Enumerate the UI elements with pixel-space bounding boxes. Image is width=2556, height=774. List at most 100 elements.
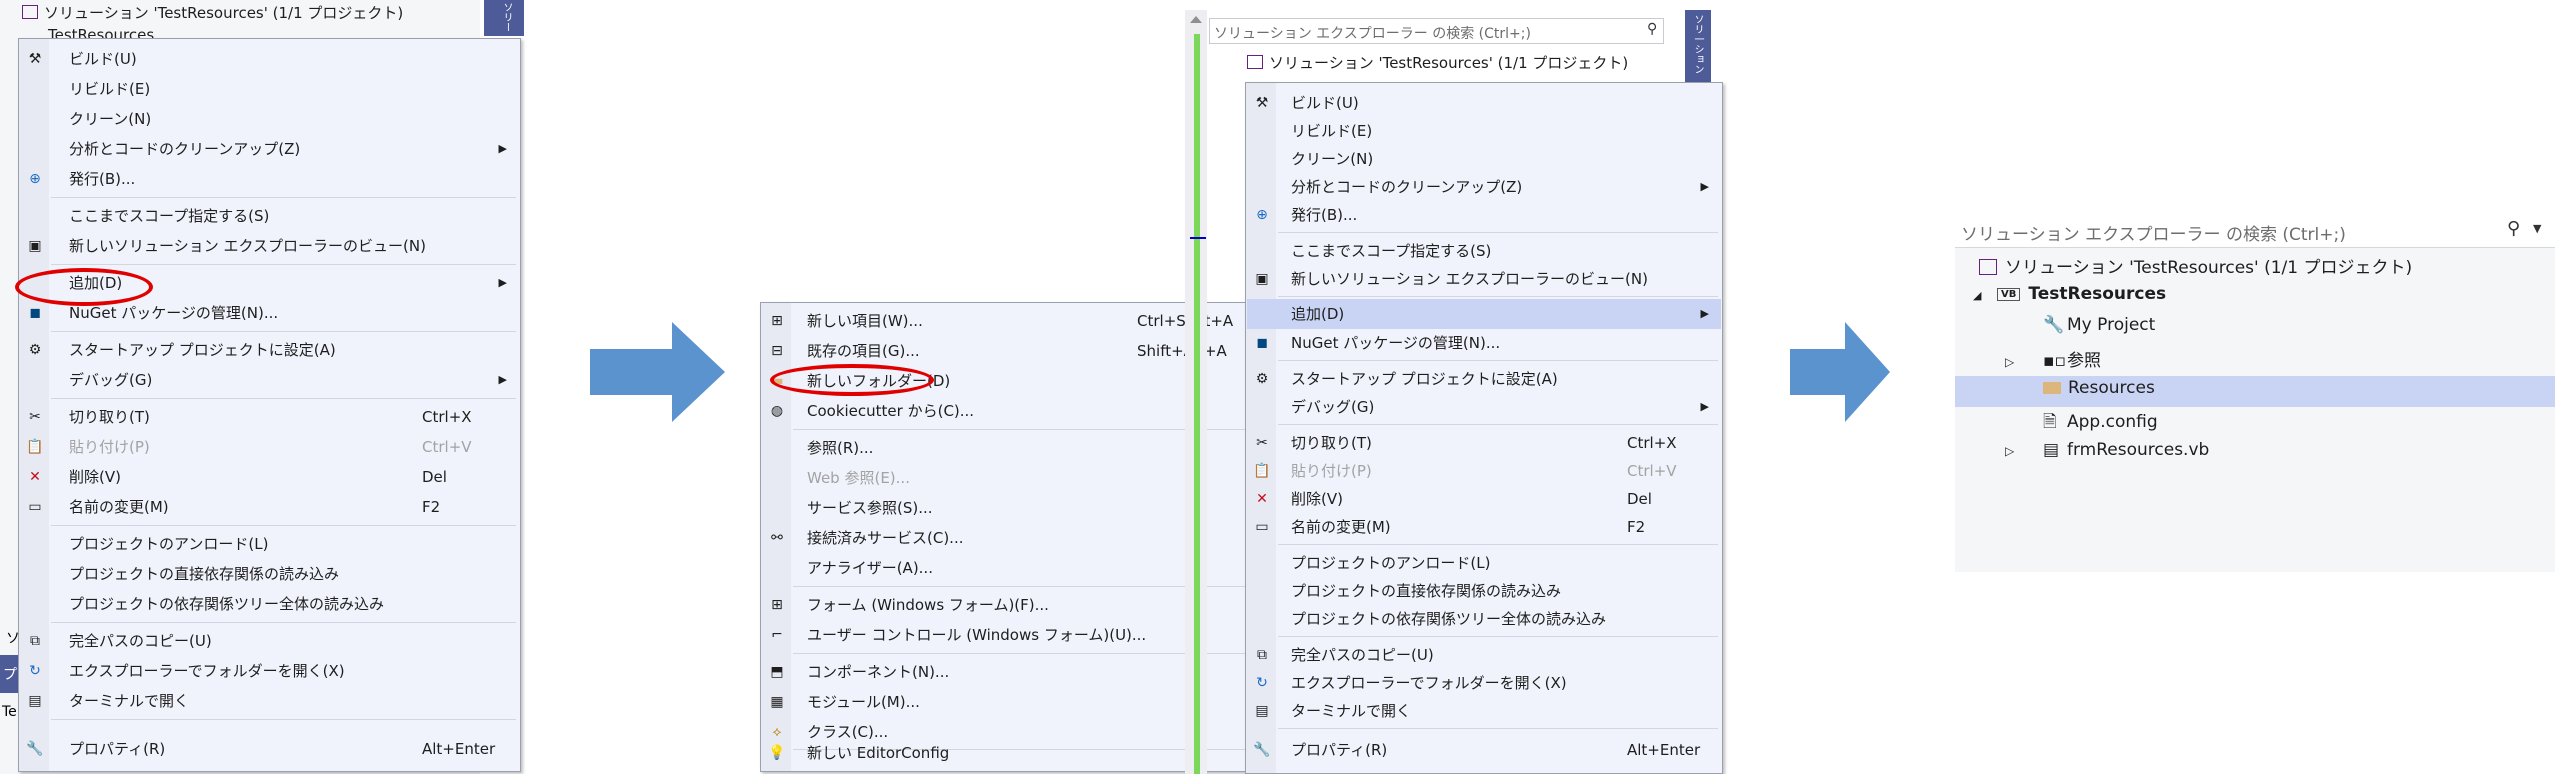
references-icon: ▪▫ xyxy=(2043,351,2067,371)
menu-paste[interactable]: 📋 貼り付け(P) Ctrl+V xyxy=(20,432,519,462)
submenu-service-reference[interactable]: サービス参照(S)... xyxy=(762,493,1248,523)
submenu-arrow-icon: ▶ xyxy=(498,373,507,386)
submenu-module[interactable]: ▦ モジュール(M)... xyxy=(762,687,1248,717)
menu-unload[interactable]: プロジェクトのアンロード(L) xyxy=(1247,548,1721,578)
solution-node[interactable]: ソリューション 'TestResources' (1/1 プロジェクト) xyxy=(1979,253,2412,278)
flow-arrow-2 xyxy=(1790,322,1890,422)
menu-clean[interactable]: クリーン(N) xyxy=(1247,144,1721,174)
menu-new-view[interactable]: ▣ 新しいソリューション エクスプローラーのビュー(N) xyxy=(1247,264,1721,294)
menu-cut[interactable]: ✂ 切り取り(T) Ctrl+X xyxy=(1247,428,1721,458)
resources-label: Resources xyxy=(2068,378,2155,398)
search-dropdown-icon[interactable]: ▼ xyxy=(2533,222,2541,235)
menu-startup[interactable]: ⚙ スタートアップ プロジェクトに設定(A) xyxy=(20,335,519,365)
scissors-icon: ✂ xyxy=(29,409,41,425)
submenu-reference[interactable]: 参照(R)... xyxy=(762,433,1248,463)
separator xyxy=(51,398,516,399)
search-input[interactable]: ソリューション エクスプローラー の検索 (Ctrl+;) xyxy=(1214,23,1531,43)
project-node[interactable]: ◢ VB TestResources xyxy=(1973,284,2166,304)
submenu-new-item[interactable]: ⊞新しい項目(W)...Ctrl+Shift+A xyxy=(762,306,1248,336)
menu-rename[interactable]: ▭ 名前の変更(M) F2 xyxy=(1247,512,1721,542)
menu-load-direct[interactable]: プロジェクトの直接依存関係の読み込み xyxy=(1247,576,1721,606)
submenu-arrow-icon: ▶ xyxy=(1700,180,1709,193)
menu-debug[interactable]: デバッグ(G) ▶ xyxy=(1247,392,1721,422)
menu-cut[interactable]: ✂ 切り取り(T) Ctrl+X xyxy=(20,402,519,432)
side-tab-label: ソリー xyxy=(501,2,512,32)
menu-open-folder[interactable]: ↻ エクスプローラーでフォルダーを開く(X) xyxy=(20,656,519,686)
panel-4-solution-explorer: ソリューション エクスプローラー の検索 (Ctrl+;) ⚲ ▼ ソリューショ… xyxy=(1955,212,2555,572)
menu-analyze[interactable]: 分析とコードのクリーンアップ(Z) ▶ xyxy=(1247,172,1721,202)
menu-open-folder[interactable]: ↻ エクスプローラーでフォルダーを開く(X) xyxy=(1247,668,1721,698)
search-icon[interactable]: ⚲ xyxy=(2507,218,2520,239)
menu-debug[interactable]: デバッグ(G) ▶ xyxy=(20,365,519,395)
rename-icon: ▭ xyxy=(28,499,42,515)
submenu-arrow-icon: ▶ xyxy=(1700,400,1709,413)
menu-properties[interactable]: 🔧 プロパティ(R) Alt+Enter xyxy=(20,734,519,764)
submenu-user-control[interactable]: ⌐ ユーザー コントロール (Windows フォーム)(U)... xyxy=(762,620,1248,650)
menu-startup[interactable]: ⚙ スタートアップ プロジェクトに設定(A) xyxy=(1247,364,1721,394)
search-input[interactable]: ソリューション エクスプローラー の検索 (Ctrl+;) xyxy=(1961,220,2346,245)
references-node[interactable]: ▷ ▪▫参照 xyxy=(2005,346,2101,371)
collapse-arrow-icon[interactable]: ◢ xyxy=(1973,289,1997,302)
new-view-icon: ▣ xyxy=(28,238,42,254)
expand-arrow-icon[interactable]: ▷ xyxy=(2005,355,2043,369)
separator xyxy=(1278,636,1718,637)
submenu-cookiecutter[interactable]: ◍ Cookiecutter から(C)... xyxy=(762,396,1248,426)
new-item-icon: ⊞ xyxy=(771,313,783,329)
submenu-arrow-icon: ▶ xyxy=(498,142,507,155)
project-context-menu: ⚒ ビルド(U) リビルド(E) クリーン(N) 分析とコードのクリーンアップ(Z… xyxy=(18,38,521,772)
menu-new-view[interactable]: ▣ 新しいソリューション エクスプローラーのビュー(N) xyxy=(20,231,519,261)
solution-node[interactable]: ソリューション 'TestResources' (1/1 プロジェクト) xyxy=(22,2,403,23)
my-project-node[interactable]: 🔧 My Project xyxy=(2043,315,2155,335)
form-file-node[interactable]: ▷ ▤ frmResources.vb xyxy=(2005,440,2209,460)
solution-title: ソリューション 'TestResources' (1/1 プロジェクト) xyxy=(1269,54,1629,72)
menu-rebuild[interactable]: リビルド(E) xyxy=(20,74,519,104)
menu-copy-path[interactable]: ⧉ 完全パスのコピー(U) xyxy=(20,626,519,656)
menu-publish[interactable]: ⊕ 発行(B)... xyxy=(20,164,519,194)
menu-properties[interactable]: 🔧 プロパティ(R) Alt+Enter xyxy=(1247,735,1721,765)
expand-arrow-icon[interactable]: ▷ xyxy=(2005,444,2043,458)
solution-title: ソリューション 'TestResources' (1/1 プロジェクト) xyxy=(44,4,404,22)
separator xyxy=(51,331,516,332)
submenu-analyzer[interactable]: アナライザー(A)... xyxy=(762,553,1248,583)
solution-node[interactable]: ソリューション 'TestResources' (1/1 プロジェクト) xyxy=(1247,52,1628,73)
submenu-component[interactable]: ⬒ コンポーネント(N)... xyxy=(762,657,1248,687)
separator xyxy=(793,429,1245,430)
menu-load-direct[interactable]: プロジェクトの直接依存関係の読み込み xyxy=(20,559,519,589)
search-icon[interactable]: ⚲ xyxy=(1647,21,1657,37)
menu-scope[interactable]: ここまでスコープ指定する(S) xyxy=(20,201,519,231)
menu-terminal[interactable]: ▤ ターミナルで開く xyxy=(20,686,519,716)
submenu-editorconfig[interactable]: 💡 新しい EditorConfig xyxy=(762,738,1248,768)
submenu-form[interactable]: ⊞ フォーム (Windows フォーム)(F)... xyxy=(762,590,1248,620)
menu-rename[interactable]: ▭ 名前の変更(M) F2 xyxy=(20,492,519,522)
menu-unload[interactable]: プロジェクトのアンロード(L) xyxy=(20,529,519,559)
copy-icon: ⧉ xyxy=(1257,647,1267,663)
gear-icon: ⚙ xyxy=(28,342,42,358)
menu-nuget[interactable]: ◼ NuGet パッケージの管理(N)... xyxy=(1247,328,1721,358)
menu-rebuild[interactable]: リビルド(E) xyxy=(1247,116,1721,146)
menu-terminal[interactable]: ▤ ターミナルで開く xyxy=(1247,696,1721,726)
menu-delete[interactable]: ✕ 削除(V) Del xyxy=(20,462,519,492)
submenu-existing-item[interactable]: ⊟ 既存の項目(G)... Shift+Alt+A xyxy=(762,336,1248,366)
menu-scope[interactable]: ここまでスコープ指定する(S) xyxy=(1247,236,1721,266)
menu-publish[interactable]: ⊕ 発行(B)... xyxy=(1247,200,1721,230)
clipboard-icon: 📋 xyxy=(26,439,44,455)
resources-folder-node[interactable]: Resources xyxy=(2043,378,2155,398)
menu-analyze[interactable]: 分析とコードのクリーンアップ(Z) ▶ xyxy=(20,134,519,164)
folder-icon xyxy=(2043,382,2061,394)
menu-load-tree[interactable]: プロジェクトの依存関係ツリー全体の読み込み xyxy=(20,589,519,619)
submenu-connected-service[interactable]: ⚯ 接続済みサービス(C)... xyxy=(762,523,1248,553)
menu-clean[interactable]: クリーン(N) xyxy=(20,104,519,134)
menu-delete[interactable]: ✕ 削除(V) Del xyxy=(1247,484,1721,514)
menu-load-tree[interactable]: プロジェクトの依存関係ツリー全体の読み込み xyxy=(1247,604,1721,634)
menu-paste[interactable]: 📋 貼り付け(P) Ctrl+V xyxy=(1247,456,1721,486)
menu-add-highlighted[interactable]: 追加(D) ▶ xyxy=(1247,299,1721,329)
submenu-web-reference[interactable]: Web 参照(E)... xyxy=(762,463,1248,493)
delete-x-icon: ✕ xyxy=(1256,491,1268,507)
menu-build[interactable]: ⚒ ビルド(U) xyxy=(1247,88,1721,118)
refresh-arrow-icon: ↻ xyxy=(29,663,41,679)
scroll-up-icon[interactable] xyxy=(1190,16,1202,23)
menu-build[interactable]: ⚒ ビルド(U) xyxy=(20,44,519,74)
user-control-icon: ⌐ xyxy=(771,627,783,643)
menu-copy-path[interactable]: ⧉ 完全パスのコピー(U) xyxy=(1247,640,1721,670)
app-config-node[interactable]: 🗎 App.config xyxy=(2043,409,2158,438)
